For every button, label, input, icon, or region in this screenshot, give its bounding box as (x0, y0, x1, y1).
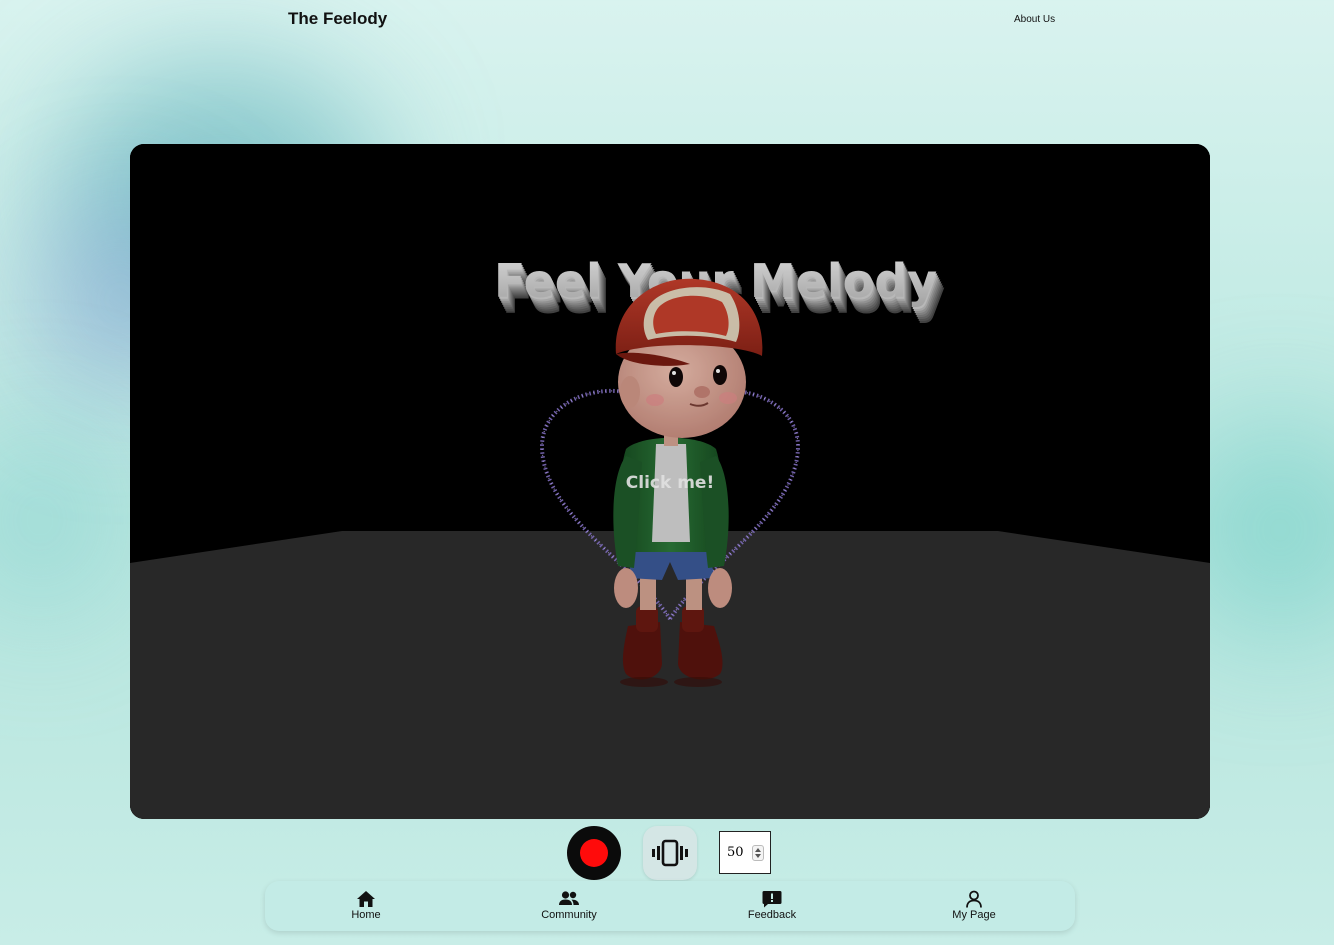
nav-label-feedback: Feedback (747, 909, 797, 921)
brand-logo[interactable]: The Feelody (288, 9, 387, 29)
spinner-down-icon[interactable] (755, 854, 761, 858)
intensity-spinner[interactable] (752, 845, 764, 861)
people-icon (559, 891, 579, 905)
background-glow (0, 420, 120, 620)
3d-scene-viewport[interactable]: Feel Your Melody Feel Your Melody Feel Y… (130, 144, 1210, 819)
about-us-link[interactable]: About Us (1014, 14, 1055, 25)
nav-label-my-page: My Page (952, 909, 996, 921)
nav-label-community: Community (541, 909, 597, 921)
bottom-navigation: Home Community Feedback My Page (265, 881, 1075, 931)
intensity-value-field[interactable] (727, 845, 753, 860)
home-icon (357, 891, 375, 907)
record-dot-icon (580, 839, 608, 867)
nav-item-my-page[interactable]: My Page (919, 881, 1029, 931)
nav-item-community[interactable]: Community (514, 881, 624, 931)
controls-bar (0, 826, 1334, 882)
nav-label-home: Home (351, 909, 381, 921)
nav-item-home[interactable]: Home (311, 881, 421, 931)
top-bar: The Feelody About Us (0, 0, 1334, 44)
vibration-toggle-button[interactable] (643, 826, 697, 880)
spinner-up-icon[interactable] (755, 848, 761, 852)
person-icon (966, 890, 982, 908)
vibration-icon (652, 839, 688, 867)
nav-item-feedback[interactable]: Feedback (717, 881, 827, 931)
feedback-icon (762, 891, 782, 908)
record-button[interactable] (567, 826, 621, 880)
intensity-number-input[interactable] (719, 831, 771, 874)
